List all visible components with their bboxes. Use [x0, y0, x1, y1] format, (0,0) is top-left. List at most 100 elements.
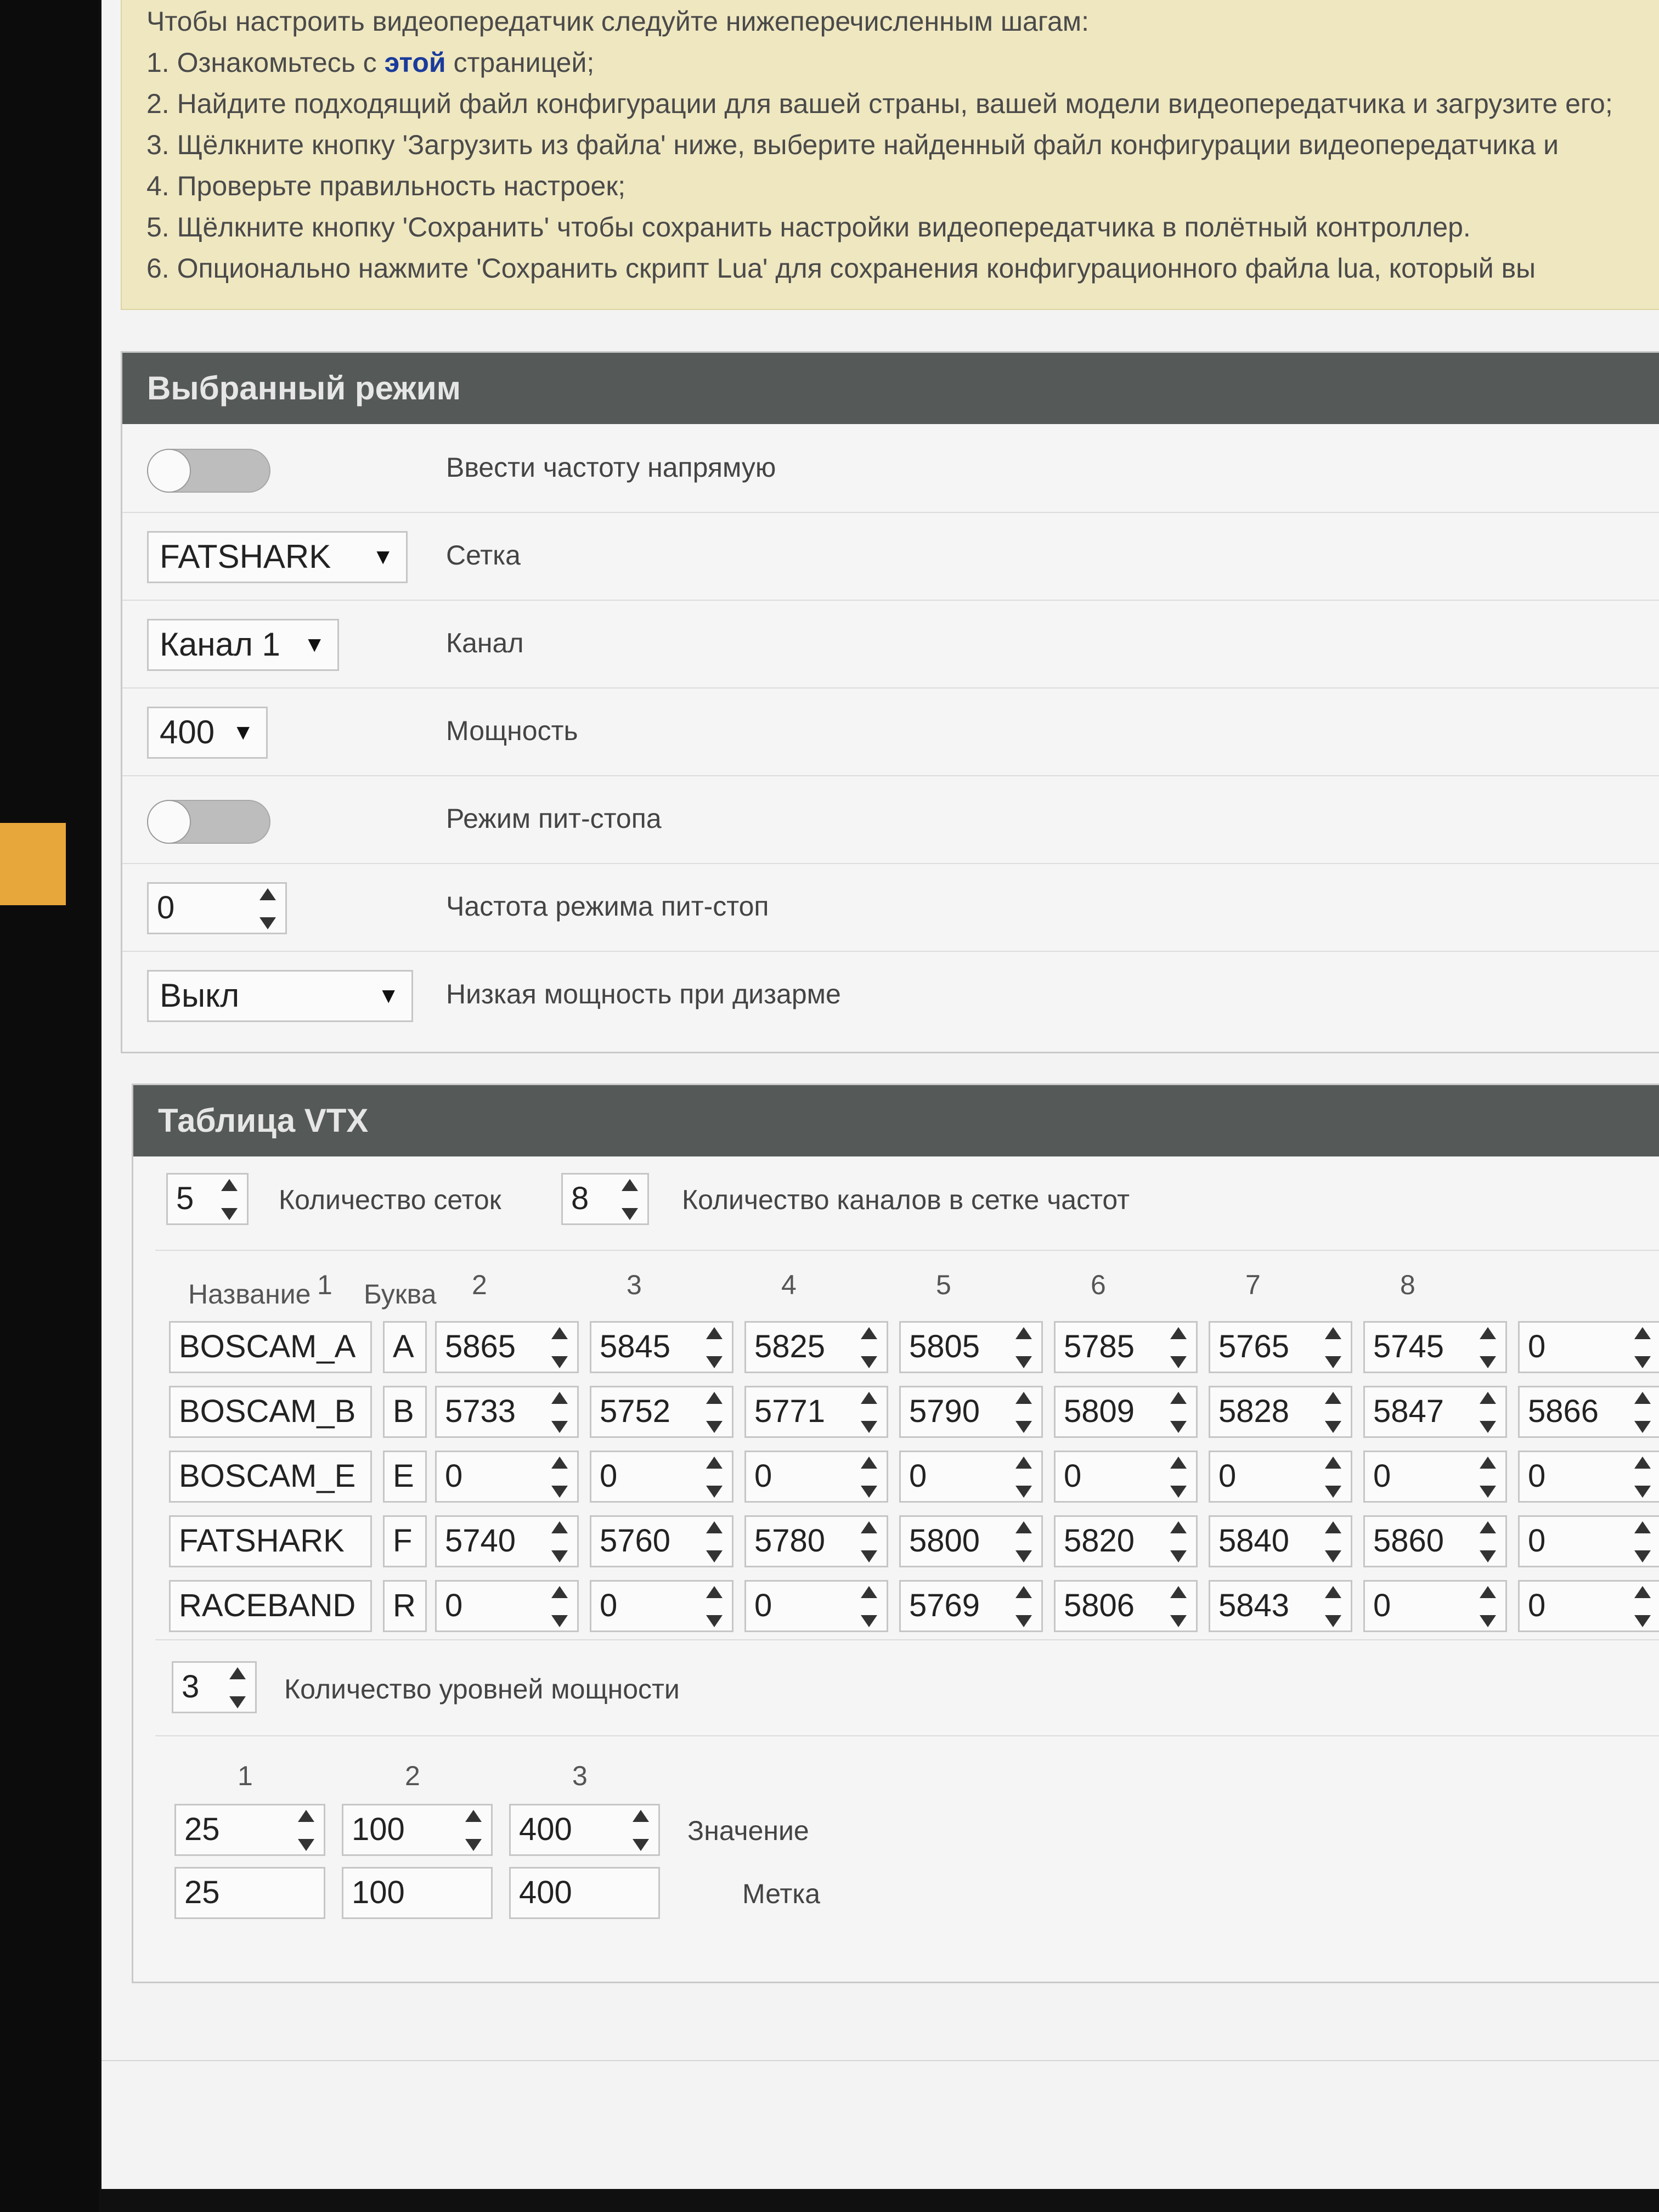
spinner-arrows-icon[interactable] — [550, 1327, 569, 1368]
band-frequency-input[interactable]: 5752 — [590, 1386, 733, 1438]
band-frequency-input[interactable]: 0 — [1518, 1580, 1659, 1632]
power-levels-count-input[interactable]: 3 — [172, 1661, 257, 1713]
band-frequency-input[interactable]: 5840 — [1209, 1515, 1352, 1567]
spinner-arrows-icon[interactable] — [1323, 1457, 1343, 1498]
power-label-input[interactable]: 25 — [174, 1867, 325, 1919]
band-frequency-input[interactable]: 5805 — [899, 1321, 1043, 1373]
pit-mode-toggle[interactable] — [147, 800, 270, 844]
power-value-input[interactable]: 400 — [509, 1804, 660, 1856]
spinner-arrows-icon[interactable] — [1633, 1327, 1652, 1368]
band-frequency-input[interactable]: 0 — [1518, 1321, 1659, 1373]
spinner-arrows-icon[interactable] — [1169, 1457, 1188, 1498]
freq-direct-toggle[interactable] — [147, 449, 270, 493]
band-letter-input[interactable]: E — [383, 1451, 427, 1503]
pit-freq-input[interactable]: 0 — [147, 882, 287, 934]
spinner-arrows-icon[interactable] — [1169, 1327, 1188, 1368]
channel-select[interactable]: Канал 1 ▼ — [147, 619, 339, 671]
band-letter-input[interactable]: A — [383, 1321, 427, 1373]
band-frequency-input[interactable]: 0 — [435, 1580, 579, 1632]
band-frequency-input[interactable]: 0 — [435, 1451, 579, 1503]
spinner-arrows-icon[interactable] — [859, 1521, 879, 1562]
spinner-arrows-icon[interactable] — [631, 1810, 651, 1851]
band-frequency-input[interactable]: 0 — [1363, 1451, 1507, 1503]
spinner-arrows-icon[interactable] — [1014, 1327, 1034, 1368]
band-select[interactable]: FATSHARK ▼ — [147, 531, 408, 583]
spinner-arrows-icon[interactable] — [704, 1521, 724, 1562]
band-frequency-input[interactable]: 0 — [744, 1451, 888, 1503]
spinner-arrows-icon[interactable] — [1633, 1521, 1652, 1562]
band-name-input[interactable]: BOSCAM_E — [169, 1451, 372, 1503]
band-frequency-input[interactable]: 5800 — [899, 1515, 1043, 1567]
band-frequency-input[interactable]: 5771 — [744, 1386, 888, 1438]
spinner-arrows-icon[interactable] — [1478, 1521, 1498, 1562]
spinner-arrows-icon[interactable] — [1478, 1586, 1498, 1627]
band-frequency-input[interactable]: 5866 — [1518, 1386, 1659, 1438]
band-frequency-input[interactable]: 5828 — [1209, 1386, 1352, 1438]
band-frequency-input[interactable]: 0 — [744, 1580, 888, 1632]
spinner-arrows-icon[interactable] — [1323, 1586, 1343, 1627]
band-name-input[interactable]: FATSHARK — [169, 1515, 372, 1567]
band-frequency-input[interactable]: 5860 — [1363, 1515, 1507, 1567]
band-frequency-input[interactable]: 5780 — [744, 1515, 888, 1567]
band-frequency-input[interactable]: 0 — [590, 1451, 733, 1503]
band-frequency-input[interactable]: 5745 — [1363, 1321, 1507, 1373]
spinner-arrows-icon[interactable] — [1323, 1521, 1343, 1562]
spinner-arrows-icon[interactable] — [1633, 1392, 1652, 1433]
band-frequency-input[interactable]: 5740 — [435, 1515, 579, 1567]
band-letter-input[interactable]: R — [383, 1580, 427, 1632]
band-frequency-input[interactable]: 5845 — [590, 1321, 733, 1373]
band-frequency-input[interactable]: 5790 — [899, 1386, 1043, 1438]
spinner-arrows-icon[interactable] — [859, 1457, 879, 1498]
band-name-input[interactable]: BOSCAM_A — [169, 1321, 372, 1373]
band-name-input[interactable]: RACEBAND — [169, 1580, 372, 1632]
spinner-arrows-icon[interactable] — [550, 1521, 569, 1562]
band-frequency-input[interactable]: 5760 — [590, 1515, 733, 1567]
spinner-arrows-icon[interactable] — [1014, 1521, 1034, 1562]
spinner-arrows-icon[interactable] — [464, 1810, 483, 1851]
band-letter-input[interactable]: F — [383, 1515, 427, 1567]
spinner-arrows-icon[interactable] — [859, 1586, 879, 1627]
band-frequency-input[interactable]: 5809 — [1054, 1386, 1198, 1438]
spinner-arrows-icon[interactable] — [1478, 1392, 1498, 1433]
band-frequency-input[interactable]: 5865 — [435, 1321, 579, 1373]
band-frequency-input[interactable]: 5843 — [1209, 1580, 1352, 1632]
spinner-arrows-icon[interactable] — [859, 1392, 879, 1433]
power-label-input[interactable]: 400 — [509, 1867, 660, 1919]
spinner-arrows-icon[interactable] — [550, 1392, 569, 1433]
band-frequency-input[interactable]: 0 — [1363, 1580, 1507, 1632]
instructions-link[interactable]: этой — [385, 47, 446, 78]
spinner-arrows-icon[interactable] — [859, 1327, 879, 1368]
spinner-arrows-icon[interactable] — [1323, 1327, 1343, 1368]
channel-count-input[interactable]: 8 — [561, 1173, 649, 1225]
band-frequency-input[interactable]: 5769 — [899, 1580, 1043, 1632]
spinner-arrows-icon[interactable] — [1169, 1586, 1188, 1627]
spinner-arrows-icon[interactable] — [258, 888, 278, 929]
band-frequency-input[interactable]: 5806 — [1054, 1580, 1198, 1632]
spinner-arrows-icon[interactable] — [550, 1586, 569, 1627]
spinner-arrows-icon[interactable] — [704, 1392, 724, 1433]
spinner-arrows-icon[interactable] — [1633, 1586, 1652, 1627]
spinner-arrows-icon[interactable] — [1169, 1521, 1188, 1562]
spinner-arrows-icon[interactable] — [228, 1667, 247, 1708]
band-frequency-input[interactable]: 0 — [590, 1580, 733, 1632]
spinner-arrows-icon[interactable] — [1014, 1457, 1034, 1498]
band-frequency-input[interactable]: 5785 — [1054, 1321, 1198, 1373]
spinner-arrows-icon[interactable] — [704, 1457, 724, 1498]
spinner-arrows-icon[interactable] — [1169, 1392, 1188, 1433]
power-value-input[interactable]: 25 — [174, 1804, 325, 1856]
band-frequency-input[interactable]: 5765 — [1209, 1321, 1352, 1373]
spinner-arrows-icon[interactable] — [219, 1179, 239, 1220]
spinner-arrows-icon[interactable] — [1014, 1392, 1034, 1433]
band-frequency-input[interactable]: 0 — [899, 1451, 1043, 1503]
spinner-arrows-icon[interactable] — [1478, 1457, 1498, 1498]
power-value-input[interactable]: 100 — [342, 1804, 493, 1856]
power-label-input[interactable]: 100 — [342, 1867, 493, 1919]
spinner-arrows-icon[interactable] — [704, 1586, 724, 1627]
band-frequency-input[interactable]: 5847 — [1363, 1386, 1507, 1438]
band-letter-input[interactable]: B — [383, 1386, 427, 1438]
band-frequency-input[interactable]: 5820 — [1054, 1515, 1198, 1567]
spinner-arrows-icon[interactable] — [704, 1327, 724, 1368]
spinner-arrows-icon[interactable] — [1633, 1457, 1652, 1498]
band-frequency-input[interactable]: 0 — [1209, 1451, 1352, 1503]
low-power-select[interactable]: Выкл ▼ — [147, 970, 413, 1022]
